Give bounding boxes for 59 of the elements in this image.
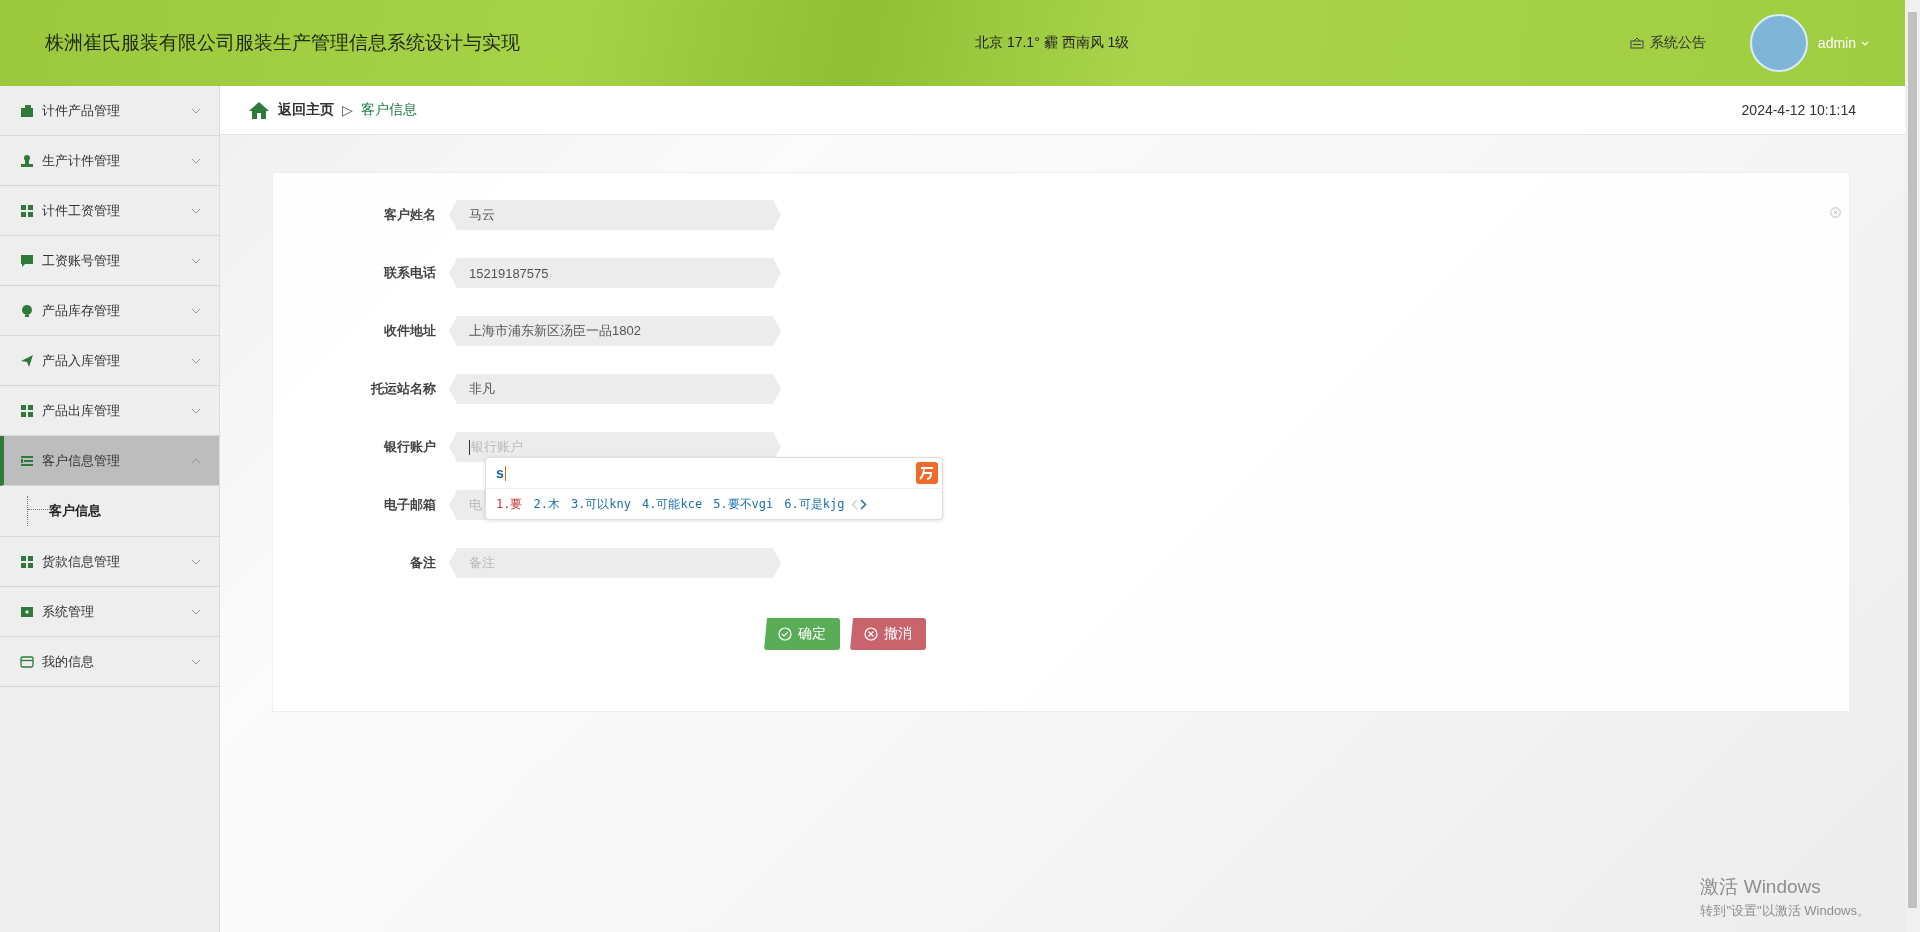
ime-candidate[interactable]: 1.要: [496, 495, 523, 513]
close-circle-icon: [864, 627, 878, 641]
ime-candidate[interactable]: 6.可是kjg: [784, 495, 845, 513]
list-icon: [20, 453, 34, 468]
sidebar-item[interactable]: 产品入库管理: [0, 336, 219, 386]
ime-candidate[interactable]: 3.可以kny: [570, 495, 632, 513]
notice-icon: [1629, 37, 1644, 49]
sidebar-item[interactable]: 计件产品管理: [0, 86, 219, 136]
ime-candidate[interactable]: 2.木: [533, 495, 560, 513]
sidebar-item[interactable]: 我的信息: [0, 637, 219, 687]
ime-logo-icon: [916, 462, 938, 484]
grid-icon: [20, 554, 34, 569]
card-icon: [20, 654, 34, 669]
grid-icon: [20, 403, 34, 418]
field-label: 电子邮箱: [383, 496, 436, 514]
chat-icon: [20, 253, 34, 268]
input-field[interactable]: 非凡: [449, 374, 781, 404]
sidebar-item[interactable]: 计件工资管理: [0, 186, 219, 236]
grid-icon: [20, 203, 34, 218]
activation-notice: 激活 Windows 转到"设置"以激活 Windows。: [1700, 875, 1870, 920]
avatar-circle[interactable]: [1749, 14, 1808, 72]
system-title: 株洲崔氏服装有限公司服装生产管理信息系统设计与实现: [45, 31, 521, 55]
notice-link[interactable]: 系统公告: [1629, 34, 1706, 52]
sidebar-item[interactable]: 生产计件管理: [0, 136, 219, 186]
ime-candidate[interactable]: 5.要不vgi: [713, 495, 774, 513]
ticket-icon: [20, 604, 34, 619]
breadcrumb-separator: ▷: [342, 102, 353, 118]
wallet-icon: [20, 103, 34, 118]
cancel-button[interactable]: 撤消: [850, 618, 926, 650]
datetime-text: 2024-4-12 10:1:14: [1741, 102, 1856, 118]
sidebar-item[interactable]: 产品库存管理: [0, 286, 219, 336]
home-icon: [248, 100, 270, 120]
ime-candidate[interactable]: 4.可能kce: [642, 495, 703, 513]
field-label: 备注: [409, 554, 436, 572]
paper-plane-icon: [20, 353, 34, 368]
caret-icon: [1861, 40, 1869, 46]
weather-text: 北京 17.1° 霾 西南风 1级: [975, 34, 1131, 52]
scrollbar-thumb[interactable]: [1908, 12, 1917, 908]
ime-input-text: s: [496, 465, 507, 481]
breadcrumb-current: 客户信息: [360, 101, 418, 119]
field-label: 银行账户: [382, 438, 436, 456]
input-field[interactable]: 上海市浦东新区汤臣一品1802: [449, 316, 781, 346]
input-field[interactable]: 15219187575: [449, 258, 781, 288]
sidebar-item[interactable]: 货款信息管理: [0, 537, 219, 587]
field-label: 托运站名称: [369, 380, 436, 398]
close-icon[interactable]: [1830, 207, 1841, 218]
input-field[interactable]: 马云: [449, 200, 781, 230]
sidebar-item[interactable]: 系统管理: [0, 587, 219, 637]
field-label: 收件地址: [383, 322, 436, 340]
sidebar-item[interactable]: 客户信息管理: [0, 436, 219, 486]
bulb-icon: [20, 303, 34, 318]
field-label: 客户姓名: [383, 206, 436, 224]
person-icon: [20, 153, 34, 168]
home-link[interactable]: 返回主页: [248, 100, 334, 120]
sidebar-item[interactable]: 工资账号管理: [0, 236, 219, 286]
chevron-right-icon[interactable]: [860, 498, 868, 510]
field-label: 联系电话: [383, 264, 436, 282]
sidebar-subitem[interactable]: 客户信息: [49, 502, 101, 520]
check-circle-icon: [778, 627, 792, 641]
